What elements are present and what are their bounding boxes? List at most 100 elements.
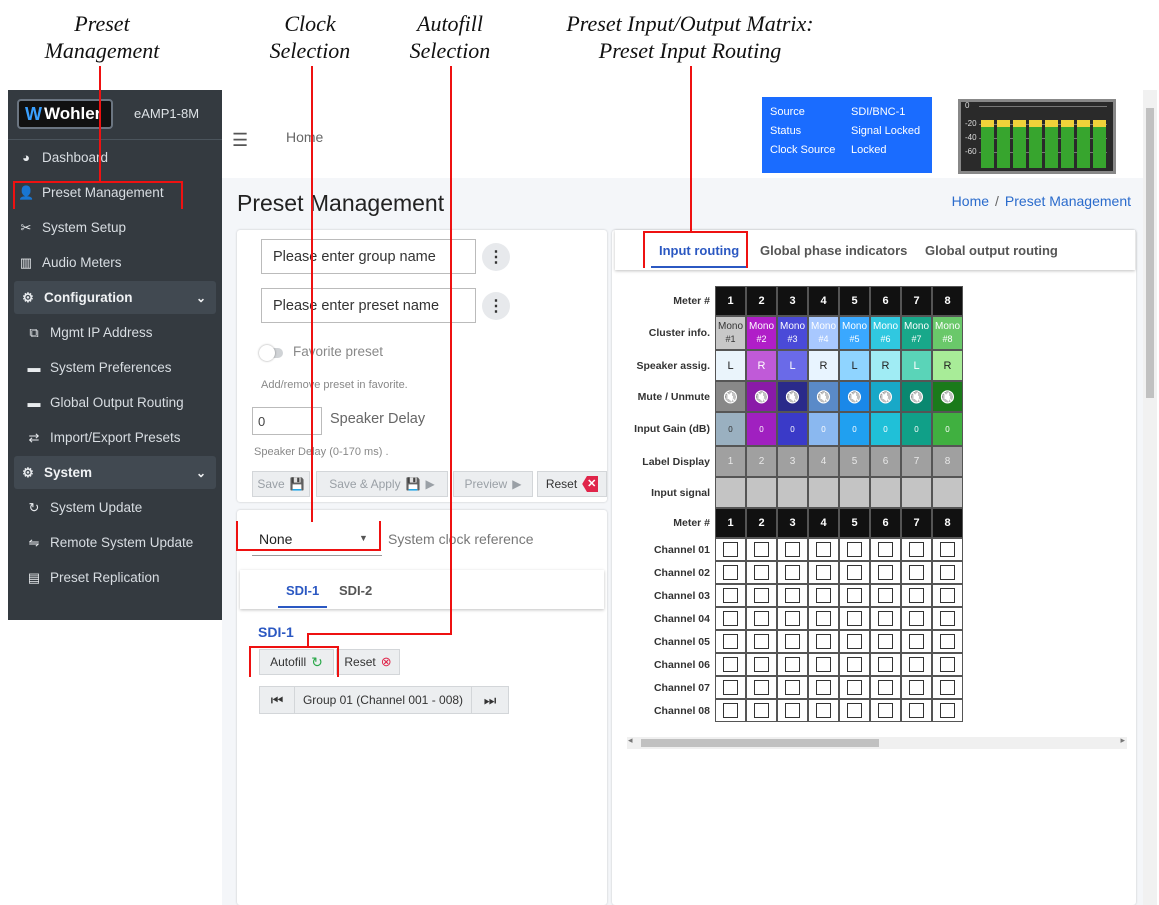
- matrix-horizontal-scrollbar[interactable]: ◂ ▸: [627, 735, 1127, 749]
- tab-global-phase[interactable]: Global phase indicators: [760, 243, 907, 258]
- checkbox[interactable]: [723, 542, 738, 557]
- routing-checkbox-cell[interactable]: [808, 676, 839, 699]
- checkbox[interactable]: [909, 634, 924, 649]
- routing-checkbox-cell[interactable]: [901, 630, 932, 653]
- sidebar-item-system-update[interactable]: ↻ System Update: [8, 490, 222, 525]
- routing-checkbox-cell[interactable]: [901, 653, 932, 676]
- checkbox[interactable]: [785, 588, 800, 603]
- mute-toggle-cell[interactable]: 🔇: [901, 381, 932, 412]
- routing-checkbox-cell[interactable]: [839, 653, 870, 676]
- routing-checkbox-cell[interactable]: [777, 561, 808, 584]
- routing-checkbox-cell[interactable]: [870, 699, 901, 722]
- routing-checkbox-cell[interactable]: [715, 607, 746, 630]
- checkbox[interactable]: [816, 680, 831, 695]
- checkbox[interactable]: [723, 565, 738, 580]
- routing-checkbox-cell[interactable]: [932, 584, 963, 607]
- checkbox[interactable]: [816, 634, 831, 649]
- speaker-assign-cell[interactable]: L: [777, 350, 808, 381]
- checkbox[interactable]: [878, 680, 893, 695]
- sidebar-item-remote-system-update[interactable]: ⇋ Remote System Update: [8, 525, 222, 560]
- checkbox[interactable]: [723, 588, 738, 603]
- tab-global-output[interactable]: Global output routing: [925, 243, 1058, 258]
- checkbox[interactable]: [816, 565, 831, 580]
- speaker-assign-cell[interactable]: R: [746, 350, 777, 381]
- input-gain-cell[interactable]: 0: [901, 412, 932, 446]
- routing-checkbox-cell[interactable]: [715, 584, 746, 607]
- routing-checkbox-cell[interactable]: [777, 630, 808, 653]
- checkbox[interactable]: [940, 657, 955, 672]
- routing-checkbox-cell[interactable]: [746, 653, 777, 676]
- checkbox[interactable]: [754, 565, 769, 580]
- routing-checkbox-cell[interactable]: [839, 699, 870, 722]
- cluster-info-cell[interactable]: Mono #7: [901, 316, 932, 350]
- routing-checkbox-cell[interactable]: [839, 630, 870, 653]
- sidebar-item-system[interactable]: ⚙ System ⌄: [14, 456, 216, 489]
- checkbox[interactable]: [940, 703, 955, 718]
- routing-checkbox-cell[interactable]: [839, 676, 870, 699]
- checkbox[interactable]: [909, 680, 924, 695]
- speaker-assign-cell[interactable]: R: [870, 350, 901, 381]
- routing-checkbox-cell[interactable]: [777, 699, 808, 722]
- checkbox[interactable]: [847, 542, 862, 557]
- group-name-input[interactable]: Please enter group name: [261, 239, 476, 274]
- checkbox[interactable]: [785, 542, 800, 557]
- checkbox[interactable]: [909, 565, 924, 580]
- routing-checkbox-cell[interactable]: [901, 561, 932, 584]
- routing-checkbox-cell[interactable]: [746, 607, 777, 630]
- checkbox[interactable]: [940, 565, 955, 580]
- routing-checkbox-cell[interactable]: [870, 607, 901, 630]
- preview-button[interactable]: Preview ▶: [453, 471, 533, 497]
- checkbox[interactable]: [909, 588, 924, 603]
- checkbox[interactable]: [909, 703, 924, 718]
- checkbox[interactable]: [723, 703, 738, 718]
- checkbox[interactable]: [754, 657, 769, 672]
- group-options-icon[interactable]: ⋮: [482, 243, 510, 271]
- checkbox[interactable]: [909, 611, 924, 626]
- scroll-thumb[interactable]: [641, 739, 879, 747]
- routing-checkbox-cell[interactable]: [808, 630, 839, 653]
- routing-checkbox-cell[interactable]: [808, 538, 839, 561]
- input-gain-cell[interactable]: 0: [870, 412, 901, 446]
- preset-options-icon[interactable]: ⋮: [482, 292, 510, 320]
- routing-checkbox-cell[interactable]: [808, 607, 839, 630]
- routing-checkbox-cell[interactable]: [870, 630, 901, 653]
- cluster-info-cell[interactable]: Mono #6: [870, 316, 901, 350]
- favorite-toggle[interactable]: [259, 345, 283, 361]
- last-group-button[interactable]: ⏭: [471, 686, 509, 714]
- routing-checkbox-cell[interactable]: [808, 699, 839, 722]
- speaker-assign-cell[interactable]: R: [808, 350, 839, 381]
- save-button[interactable]: Save 💾: [252, 471, 310, 497]
- mute-toggle-cell[interactable]: 🔇: [932, 381, 963, 412]
- checkbox[interactable]: [878, 588, 893, 603]
- cluster-info-cell[interactable]: Mono #8: [932, 316, 963, 350]
- checkbox[interactable]: [909, 542, 924, 557]
- input-gain-cell[interactable]: 0: [715, 412, 746, 446]
- save-apply-button[interactable]: Save & Apply 💾 ▶: [316, 471, 448, 497]
- checkbox[interactable]: [754, 611, 769, 626]
- routing-checkbox-cell[interactable]: [715, 538, 746, 561]
- checkbox[interactable]: [816, 703, 831, 718]
- checkbox[interactable]: [847, 634, 862, 649]
- checkbox[interactable]: [940, 588, 955, 603]
- routing-checkbox-cell[interactable]: [870, 584, 901, 607]
- checkbox[interactable]: [847, 588, 862, 603]
- routing-checkbox-cell[interactable]: [715, 676, 746, 699]
- checkbox[interactable]: [785, 703, 800, 718]
- routing-checkbox-cell[interactable]: [901, 538, 932, 561]
- sidebar-item-global-output-routing[interactable]: ▬ Global Output Routing: [8, 385, 222, 420]
- routing-checkbox-cell[interactable]: [808, 584, 839, 607]
- checkbox[interactable]: [785, 634, 800, 649]
- checkbox[interactable]: [878, 703, 893, 718]
- sidebar-item-mgmt-ip-address[interactable]: ⧉ Mgmt IP Address: [8, 315, 222, 350]
- routing-checkbox-cell[interactable]: [901, 676, 932, 699]
- mute-toggle-cell[interactable]: 🔇: [715, 381, 746, 412]
- speaker-assign-cell[interactable]: L: [715, 350, 746, 381]
- routing-checkbox-cell[interactable]: [932, 607, 963, 630]
- routing-checkbox-cell[interactable]: [777, 538, 808, 561]
- checkbox[interactable]: [816, 611, 831, 626]
- preset-name-input[interactable]: Please enter preset name: [261, 288, 476, 323]
- checkbox[interactable]: [878, 657, 893, 672]
- routing-checkbox-cell[interactable]: [839, 538, 870, 561]
- checkbox[interactable]: [847, 680, 862, 695]
- routing-checkbox-cell[interactable]: [746, 561, 777, 584]
